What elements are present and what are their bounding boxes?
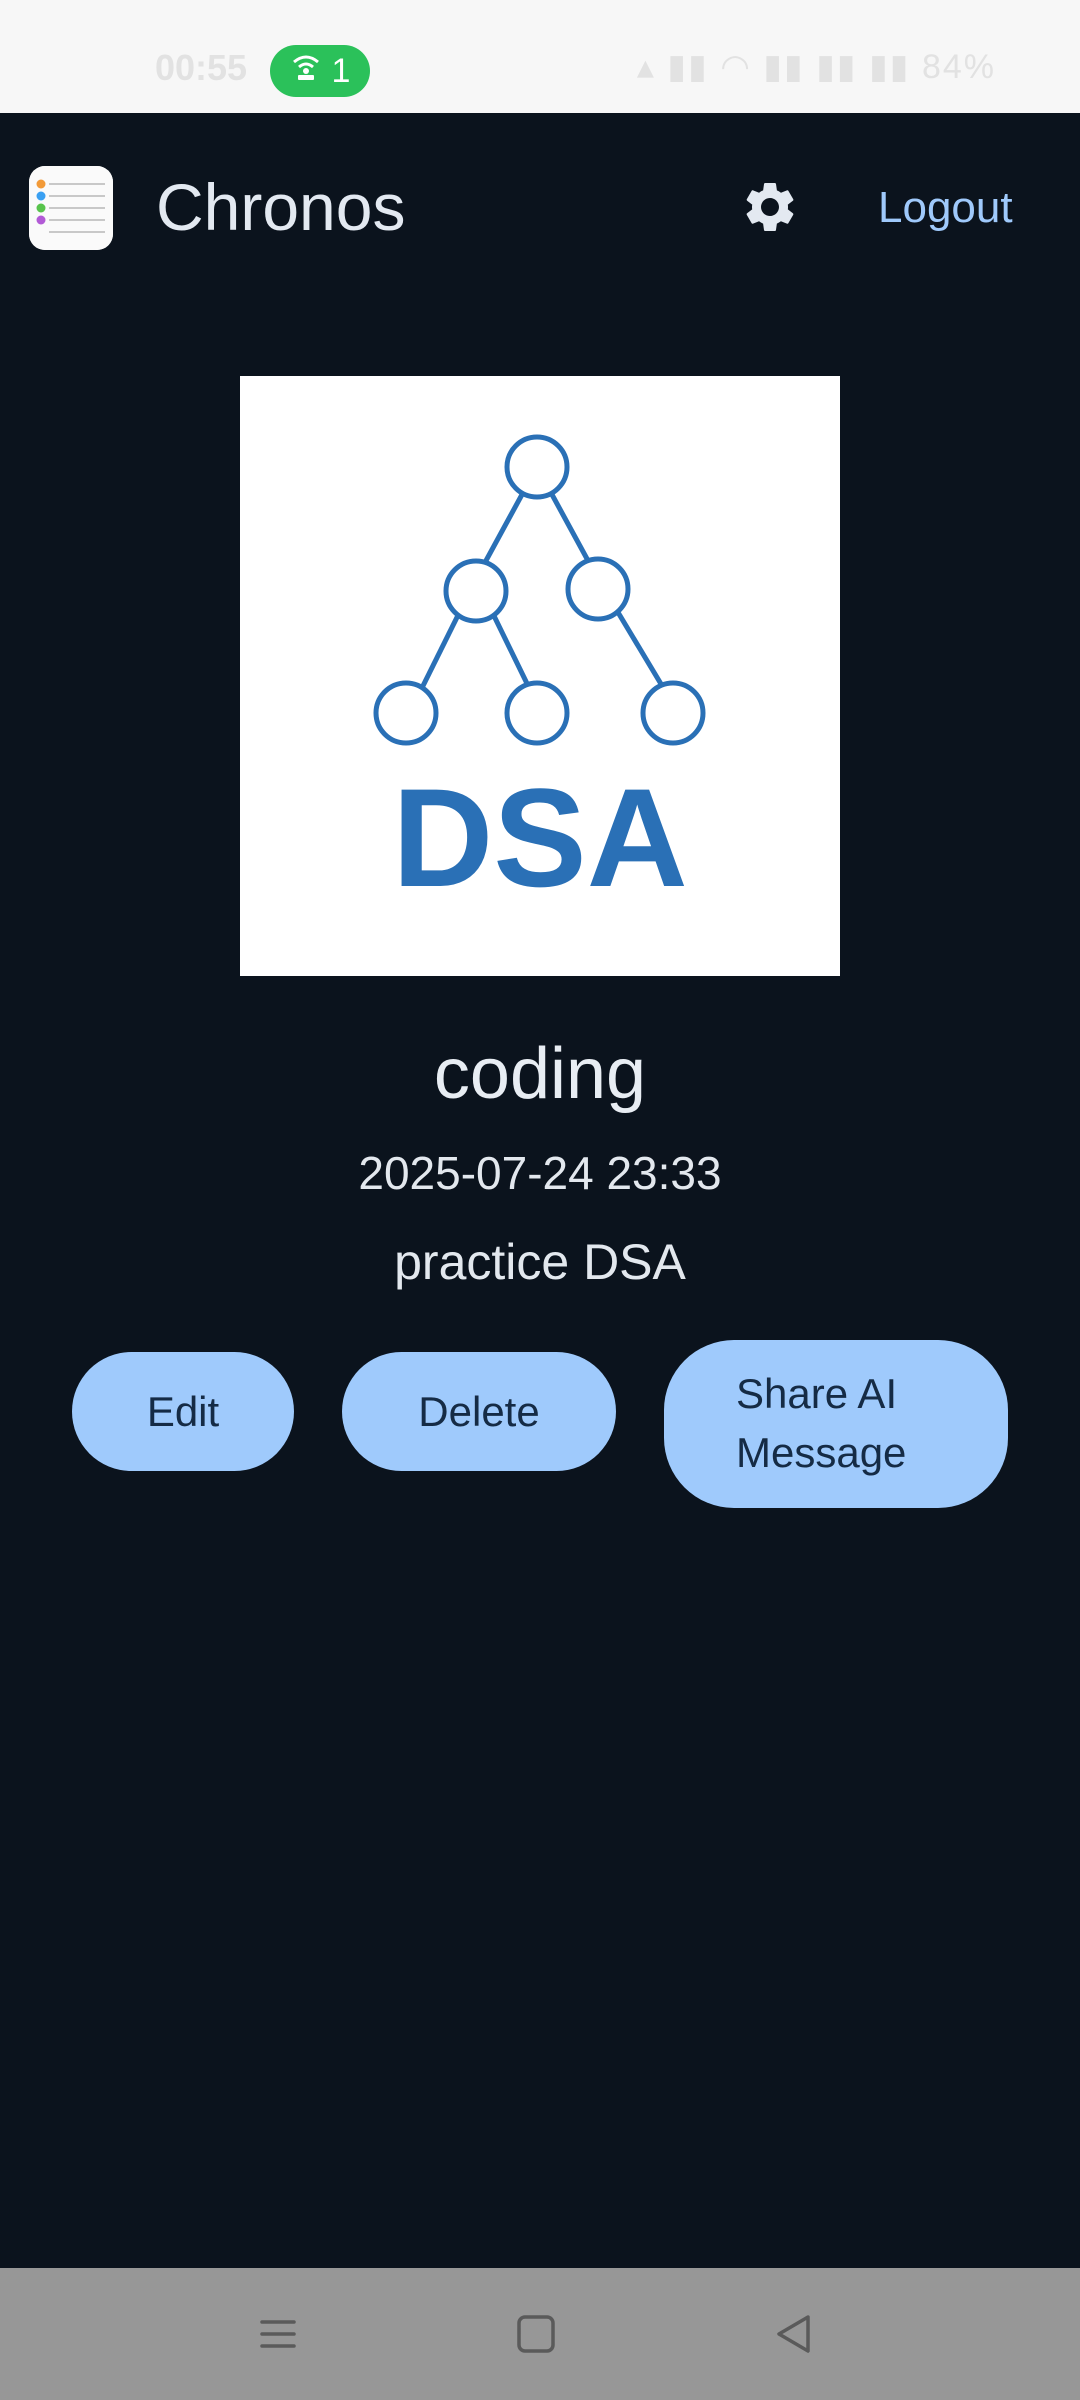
dsa-logo-text: DSA bbox=[392, 759, 688, 916]
task-image: DSA bbox=[240, 376, 840, 976]
app-header: Chronos Logout bbox=[0, 113, 1080, 303]
task-title: coding bbox=[433, 1034, 647, 1114]
settings-button[interactable] bbox=[738, 177, 802, 241]
home-square-icon[interactable] bbox=[510, 2308, 562, 2360]
signal-icons: ▴ ▮▮ ◠ ▮▮ ▮▮ ▮▮ bbox=[636, 48, 922, 86]
share-label-line2: Message bbox=[736, 1429, 907, 1476]
back-triangle-icon[interactable] bbox=[768, 2308, 820, 2360]
share-ai-message-button[interactable]: Share AI Message bbox=[664, 1340, 1008, 1508]
battery-percent: 84% bbox=[921, 48, 996, 86]
hotspot-indicator: 1 bbox=[270, 45, 370, 97]
hotspot-icon bbox=[290, 52, 322, 91]
status-icons: ▴ ▮▮ ◠ ▮▮ ▮▮ ▮▮ 84% bbox=[637, 47, 996, 87]
dsa-tree-logo: DSA bbox=[373, 434, 706, 916]
notes-list-icon bbox=[29, 166, 113, 250]
share-label-line1: Share AI bbox=[736, 1370, 898, 1418]
task-datetime: 2025-07-24 23:33 bbox=[358, 1147, 722, 1199]
status-time: 00:55 bbox=[155, 47, 248, 88]
gear-icon bbox=[740, 177, 800, 242]
edit-button[interactable]: Edit bbox=[72, 1352, 294, 1471]
delete-button[interactable]: Delete bbox=[342, 1352, 616, 1471]
status-bar: 00:55 1 ▴ ▮▮ ◠ ▮▮ ▮▮ ▮▮ 84% bbox=[0, 0, 1080, 113]
menu-icon[interactable] bbox=[252, 2308, 304, 2360]
task-description: practice DSA bbox=[394, 1234, 686, 1290]
logout-button[interactable]: Logout bbox=[878, 183, 1013, 233]
hotspot-count: 1 bbox=[331, 51, 351, 90]
system-nav-bar bbox=[0, 2268, 1080, 2400]
app-title: Chronos bbox=[156, 170, 406, 244]
